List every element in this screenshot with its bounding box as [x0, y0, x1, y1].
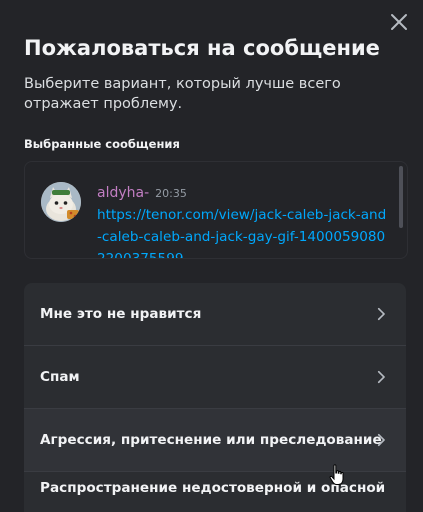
message-preview-scrollbar[interactable] — [399, 166, 403, 228]
chevron-right-icon — [372, 368, 390, 386]
dialog-title: Пожаловаться на сообщение — [24, 36, 380, 60]
option-harassment[interactable]: Агрессия, притеснение или преследование — [24, 409, 406, 472]
message-link[interactable]: https://tenor.com/view/jack-caleb-jack-a… — [97, 204, 387, 258]
option-dislike[interactable]: Мне это не нравится — [24, 283, 406, 346]
option-label: Мне это не нравится — [40, 306, 202, 322]
user-avatar[interactable] — [41, 182, 81, 222]
option-misinformation[interactable]: Распространение недостоверной и опасной — [24, 472, 406, 512]
selected-messages-label: Выбранные сообщения — [24, 137, 180, 151]
report-options-list: Мне это не нравится Спам Агрессия, прите… — [24, 283, 406, 512]
message-header: aldyha- 20:35 — [97, 182, 187, 201]
option-label: Спам — [40, 369, 80, 385]
message-timestamp: 20:35 — [155, 187, 187, 200]
option-spam[interactable]: Спам — [24, 346, 406, 409]
chevron-right-icon — [372, 431, 390, 449]
close-button[interactable] — [387, 10, 411, 34]
dialog-subtitle: Выберите вариант, который лучше всего от… — [24, 76, 341, 112]
option-label: Распространение недостоверной и опасной — [40, 480, 386, 496]
report-message-dialog: Пожаловаться на сообщение Выберите вариа… — [0, 0, 423, 512]
close-icon — [391, 14, 407, 30]
selected-message-preview: aldyha- 20:35 https://tenor.com/view/jack… — [24, 161, 408, 259]
option-label: Агрессия, притеснение или преследование — [40, 432, 382, 448]
cat-avatar-icon — [41, 182, 81, 222]
chevron-right-icon — [372, 305, 390, 323]
message-username[interactable]: aldyha- — [97, 185, 149, 201]
